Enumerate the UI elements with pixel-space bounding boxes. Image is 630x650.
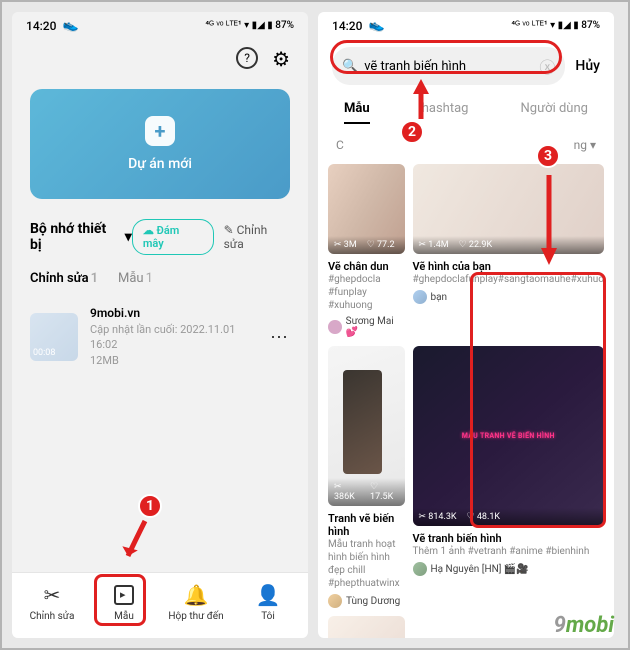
likes-stat: ♡ 77.2 <box>367 240 395 250</box>
more-icon[interactable]: ⋯ <box>270 327 290 348</box>
phone-screen-2: 14:20 👟 ⁴ᴳ ᵛᵒ ᴸᵀᴱ¹ ▾ ▮◢ ▮ 87% 🔍 vẽ tranh… <box>318 12 614 638</box>
filter-left[interactable]: C <box>336 138 344 152</box>
annotation-step-3: 3 <box>536 144 560 168</box>
result-card[interactable]: ✂ 386K ♡ 17.5K Tranh vẽ biến hình Mẫu tr… <box>328 346 405 608</box>
result-card[interactable]: ✂ 1.4M ♡ 22.9K Vẽ hình của bạn #ghepdocl… <box>413 164 605 338</box>
tab-edit[interactable]: Chỉnh sửa1 <box>30 271 98 286</box>
status-indicators: ⁴ᴳ ᵛᵒ ᴸᵀᴱ¹ ▾ ▮◢ ▮ 87% <box>205 20 294 31</box>
card-thumbnail <box>328 616 405 638</box>
project-size: 12MB <box>90 353 258 368</box>
annotation-step-1: 1 <box>138 494 162 518</box>
search-input[interactable]: 🔍 vẽ tranh biến hình ⓧ <box>332 47 565 85</box>
card-author: Tùng Dương <box>328 594 405 608</box>
bell-icon: 🔔 <box>184 583 209 607</box>
card-title: Vẽ tranh biến hình <box>413 532 605 545</box>
result-card[interactable] <box>328 616 405 638</box>
status-time: 14:20 <box>332 19 362 33</box>
scissors-icon: ✂ <box>44 583 61 607</box>
status-bar: 14:20 👟 ⁴ᴳ ᵛᵒ ᴸᵀᴱ¹ ▾ ▮◢ ▮ 87% <box>12 12 308 39</box>
clear-icon[interactable]: ⓧ <box>539 54 555 78</box>
nav-template[interactable]: Mẫu <box>88 583 160 622</box>
views-stat: ✂ 3M <box>334 240 357 250</box>
nav-inbox[interactable]: 🔔 Hộp thư đến <box>160 583 232 622</box>
edit-link[interactable]: ✎ Chỉnh sửa <box>224 223 290 251</box>
card-author: Hạ Nguyên [HN] 🎬🎥 <box>413 562 605 576</box>
nav-edit[interactable]: ✂ Chỉnh sửa <box>16 583 88 622</box>
project-name: 9mobi.vn <box>90 306 258 320</box>
chevron-down-icon: ▾ <box>125 229 132 245</box>
likes-stat: ♡ 17.5K <box>370 482 398 502</box>
status-app-icon: 👟 <box>62 18 78 33</box>
annotation-step-2: 2 <box>400 120 424 144</box>
avatar <box>413 562 427 576</box>
status-bar: 14:20 👟 ⁴ᴳ ᵛᵒ ᴸᵀᴱ¹ ▾ ▮◢ ▮ 87% <box>318 12 614 39</box>
nav-me[interactable]: 👤 Tôi <box>232 583 304 622</box>
watermark: 99mobimobi <box>554 613 614 638</box>
project-thumbnail: 00:08 <box>30 313 78 361</box>
card-thumbnail: MẪU TRANH VẼ BIẾN HÌNH ✂ 814.3K ♡ 48.1K <box>413 346 605 526</box>
card-author: bạn <box>413 290 605 304</box>
card-thumbnail: ✂ 3M ♡ 77.2 <box>328 164 405 254</box>
search-value: vẽ tranh biến hình <box>364 59 466 74</box>
status-app-icon: 👟 <box>368 18 384 33</box>
result-card-highlighted[interactable]: MẪU TRANH VẼ BIẾN HÌNH ✂ 814.3K ♡ 48.1K … <box>413 346 605 608</box>
likes-stat: ♡ 48.1K <box>467 512 501 522</box>
new-project-label: Dự án mới <box>128 156 192 172</box>
search-icon: 🔍 <box>342 59 358 74</box>
views-stat: ✂ 386K <box>334 482 360 502</box>
help-icon[interactable]: ? <box>236 47 258 69</box>
plus-icon: + <box>145 116 175 146</box>
likes-stat: ♡ 22.9K <box>459 240 493 250</box>
project-item[interactable]: 00:08 9mobi.vn Cập nhật lần cuối: 2022.1… <box>12 296 308 378</box>
card-description: Thêm 1 ảnh #vetranh #anime #bienhinh <box>413 545 605 558</box>
results-grid: ✂ 3M ♡ 77.2 Vẽ chân dun #ghepdocla #funp… <box>318 158 614 638</box>
filter-right[interactable]: ng ▾ <box>574 138 596 152</box>
tab-user-results[interactable]: Người dùng <box>521 101 588 124</box>
tab-template-results[interactable]: Mẫu <box>344 101 370 124</box>
avatar <box>328 320 342 334</box>
card-title: Vẽ hình của bạn <box>413 260 605 273</box>
card-thumbnail: ✂ 1.4M ♡ 22.9K <box>413 164 605 254</box>
cancel-button[interactable]: Hủy <box>575 58 600 74</box>
person-icon: 👤 <box>256 583 281 607</box>
card-hashtags: #ghepdoclafunplay#sangtaomauhe#xuhuo <box>413 273 605 286</box>
card-title: Tranh vẽ biến hình <box>328 512 405 538</box>
status-time: 14:20 <box>26 19 56 33</box>
new-project-button[interactable]: + Dự án mới <box>30 89 290 199</box>
templates-icon <box>114 583 134 607</box>
settings-icon[interactable]: ⚙ <box>272 47 290 71</box>
card-title: Vẽ chân dun <box>328 260 405 273</box>
views-stat: ✂ 814.3K <box>419 512 457 522</box>
card-hashtags: #ghepdocla #funplay #xuhuong <box>328 273 405 312</box>
annotation-arrow-1 <box>110 516 150 576</box>
avatar <box>413 290 427 304</box>
result-card[interactable]: ✂ 3M ♡ 77.2 Vẽ chân dun #ghepdocla #funp… <box>328 164 405 338</box>
avatar <box>328 594 342 608</box>
annotation-arrow-3 <box>534 170 564 270</box>
project-updated: Cập nhật lần cuối: 2022.11.01 16:02 <box>90 322 258 353</box>
views-stat: ✂ 1.4M <box>419 240 449 250</box>
storage-title[interactable]: Bộ nhớ thiết bị ▾ <box>30 221 132 253</box>
annotation-arrow-2 <box>406 74 436 124</box>
thumbnail-overlay-text: MẪU TRANH VẼ BIẾN HÌNH <box>462 432 555 440</box>
card-author: Sương Mai💕 <box>328 316 405 338</box>
bottom-nav: ✂ Chỉnh sửa Mẫu 🔔 Hộp thư đến 👤 Tôi <box>12 572 308 638</box>
tab-template[interactable]: Mẫu1 <box>118 271 153 286</box>
card-description: Mẫu tranh hoạt hình biến hình đẹp chill … <box>328 538 405 590</box>
card-thumbnail: ✂ 386K ♡ 17.5K <box>328 346 405 506</box>
cloud-button[interactable]: ☁ Đám mây <box>132 219 214 255</box>
status-indicators: ⁴ᴳ ᵛᵒ ᴸᵀᴱ¹ ▾ ▮◢ ▮ 87% <box>511 20 600 31</box>
phone-screen-1: 14:20 👟 ⁴ᴳ ᵛᵒ ᴸᵀᴱ¹ ▾ ▮◢ ▮ 87% ? ⚙ + Dự á… <box>12 12 308 638</box>
